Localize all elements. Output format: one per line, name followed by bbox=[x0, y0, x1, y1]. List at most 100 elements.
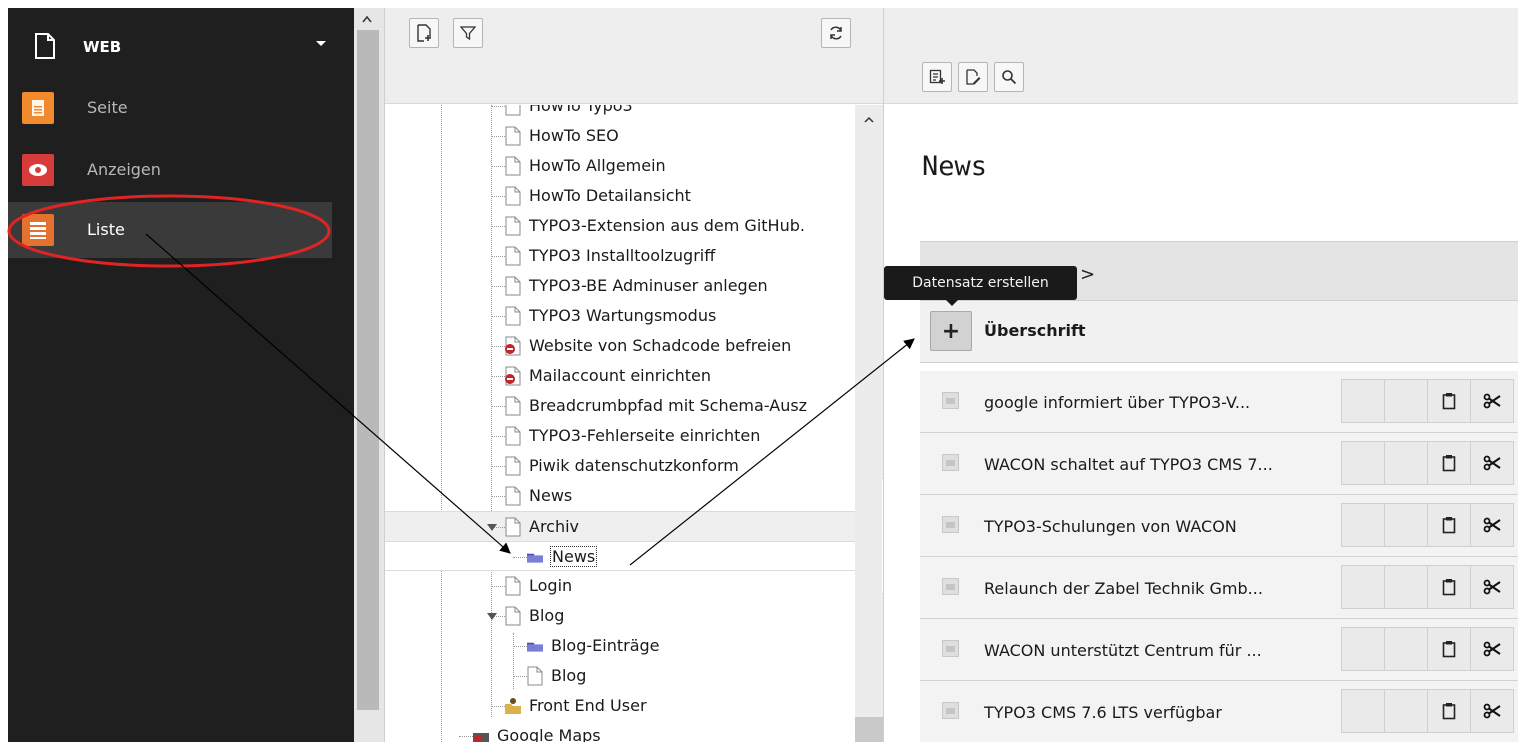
restricted-folder-icon bbox=[473, 733, 489, 742]
tree-line bbox=[459, 736, 473, 737]
record-type-icon[interactable] bbox=[942, 702, 959, 719]
refresh-button[interactable] bbox=[821, 18, 851, 48]
tree-node[interactable]: HowTo Allgemein bbox=[385, 151, 855, 181]
tree-node[interactable]: News bbox=[385, 541, 855, 571]
page-tree: HowTo Typo3 HowTo SEO HowTo Allgemein HowTo… bbox=[385, 105, 884, 742]
clipboard-button[interactable] bbox=[1427, 503, 1471, 547]
typo3-backend: WEB Seite Anzeigen Liste HowTo Typo3 How… bbox=[0, 0, 1518, 742]
filter-button[interactable] bbox=[453, 18, 483, 48]
create-record-button[interactable]: + bbox=[930, 311, 972, 351]
new-record-button[interactable] bbox=[922, 62, 952, 92]
record-title[interactable]: TYPO3-Schulungen von WACON bbox=[984, 517, 1237, 536]
record-row[interactable]: WACON unterstützt Centrum für ... bbox=[920, 619, 1518, 681]
new-page-button[interactable] bbox=[409, 18, 439, 48]
tree-node[interactable]: Google Maps bbox=[385, 721, 855, 742]
web-module-group[interactable]: WEB bbox=[8, 24, 354, 70]
tree-line bbox=[491, 226, 505, 227]
module-anzeigen[interactable]: Anzeigen bbox=[8, 142, 332, 198]
chevron-down-icon[interactable] bbox=[316, 41, 326, 46]
record-action-placeholder bbox=[1341, 441, 1385, 485]
tree-node-label: Front End User bbox=[529, 696, 647, 715]
record-type-icon[interactable] bbox=[942, 454, 959, 471]
clipboard-icon bbox=[1442, 517, 1456, 534]
tree-line bbox=[491, 196, 505, 197]
record-row[interactable]: TYPO3 CMS 7.6 LTS verfügbar bbox=[920, 681, 1518, 742]
record-actions bbox=[1341, 565, 1518, 609]
scroll-up-icon[interactable] bbox=[863, 115, 875, 125]
tree-node[interactable]: TYPO3-Extension aus dem GitHub. bbox=[385, 211, 855, 241]
cut-button[interactable] bbox=[1470, 379, 1514, 423]
tree-node[interactable]: TYPO3-BE Adminuser anlegen bbox=[385, 271, 855, 301]
edit-page-button[interactable] bbox=[958, 62, 988, 92]
tree-node[interactable]: Breadcrumbpfad mit Schema-Ausz bbox=[385, 391, 855, 421]
cut-button[interactable] bbox=[1470, 503, 1514, 547]
scroll-up-icon[interactable] bbox=[361, 14, 373, 26]
tree-node[interactable]: HowTo Detailansicht bbox=[385, 181, 855, 211]
tree-node[interactable]: TYPO3 Installtoolzugriff bbox=[385, 241, 855, 271]
clipboard-button[interactable] bbox=[1427, 441, 1471, 485]
module-menu-scrollbar[interactable] bbox=[354, 8, 384, 742]
tree-scrollbar[interactable] bbox=[855, 105, 883, 742]
expand-toggle-icon[interactable] bbox=[487, 524, 497, 531]
tree-node-label: Blog-Einträge bbox=[551, 636, 660, 655]
table-toggle-caret[interactable]: > bbox=[1080, 264, 1095, 285]
tree-node[interactable]: HowTo SEO bbox=[385, 121, 855, 151]
tree-node[interactable]: Login bbox=[385, 571, 855, 601]
clipboard-icon bbox=[1442, 579, 1456, 596]
tree-node-label: HowTo Allgemein bbox=[529, 156, 666, 175]
record-type-icon[interactable] bbox=[942, 516, 959, 533]
tree-node[interactable]: Mailaccount einrichten bbox=[385, 361, 855, 391]
scissors-icon bbox=[1483, 393, 1501, 409]
record-row[interactable]: Relaunch der Zabel Technik Gmb... bbox=[920, 557, 1518, 619]
record-title[interactable]: Relaunch der Zabel Technik Gmb... bbox=[984, 579, 1263, 598]
record-row[interactable]: TYPO3-Schulungen von WACON bbox=[920, 495, 1518, 557]
record-type-icon[interactable] bbox=[942, 392, 959, 409]
filter-icon bbox=[460, 26, 476, 41]
cut-button[interactable] bbox=[1470, 689, 1514, 733]
tree-node[interactable]: Blog bbox=[385, 601, 855, 631]
scrollbar-thumb[interactable] bbox=[357, 30, 379, 710]
tree-node[interactable]: Archiv bbox=[385, 511, 855, 541]
tree-node[interactable]: Blog-Einträge bbox=[385, 631, 855, 661]
record-action-placeholder bbox=[1341, 503, 1385, 547]
cut-button[interactable] bbox=[1470, 565, 1514, 609]
record-action-placeholder bbox=[1384, 503, 1428, 547]
page-icon bbox=[505, 156, 521, 176]
tree-node[interactable]: Front End User bbox=[385, 691, 855, 721]
record-row[interactable]: WACON schaltet auf TYPO3 CMS 7... bbox=[920, 433, 1518, 495]
users-folder-icon bbox=[505, 698, 521, 714]
tree-node[interactable]: News bbox=[385, 481, 855, 511]
clipboard-icon bbox=[1442, 455, 1456, 472]
record-type-icon[interactable] bbox=[942, 578, 959, 595]
search-icon bbox=[1002, 70, 1017, 85]
record-title[interactable]: WACON schaltet auf TYPO3 CMS 7... bbox=[984, 455, 1273, 474]
record-row[interactable]: google informiert über TYPO3-V... bbox=[920, 371, 1518, 433]
clipboard-button[interactable] bbox=[1427, 379, 1471, 423]
record-title[interactable]: google informiert über TYPO3-V... bbox=[984, 393, 1250, 412]
clipboard-button[interactable] bbox=[1427, 627, 1471, 671]
clipboard-button[interactable] bbox=[1427, 565, 1471, 609]
tree-node-label: HowTo Detailansicht bbox=[529, 186, 691, 205]
document-icon bbox=[35, 33, 55, 59]
module-liste[interactable]: Liste bbox=[8, 202, 332, 258]
scissors-icon bbox=[1483, 641, 1501, 657]
page-icon bbox=[505, 186, 521, 206]
record-action-placeholder bbox=[1384, 441, 1428, 485]
record-title[interactable]: WACON unterstützt Centrum für ... bbox=[984, 641, 1262, 660]
search-button[interactable] bbox=[994, 62, 1024, 92]
expand-toggle-icon[interactable] bbox=[487, 613, 497, 620]
tree-node[interactable]: Website von Schadcode befreien bbox=[385, 331, 855, 361]
record-title[interactable]: TYPO3 CMS 7.6 LTS verfügbar bbox=[984, 703, 1222, 722]
tree-node[interactable]: TYPO3-Fehlerseite einrichten bbox=[385, 421, 855, 451]
tree-node[interactable]: Piwik datenschutzkonform bbox=[385, 451, 855, 481]
record-type-icon[interactable] bbox=[942, 640, 959, 657]
tree-node[interactable]: Blog bbox=[385, 661, 855, 691]
tree-node[interactable]: HowTo Typo3 bbox=[385, 105, 855, 121]
tree-node[interactable]: TYPO3 Wartungsmodus bbox=[385, 301, 855, 331]
tree-scrollbar-thumb[interactable] bbox=[855, 717, 883, 742]
clipboard-button[interactable] bbox=[1427, 689, 1471, 733]
module-liste-label: Liste bbox=[87, 220, 125, 239]
cut-button[interactable] bbox=[1470, 627, 1514, 671]
cut-button[interactable] bbox=[1470, 441, 1514, 485]
module-seite[interactable]: Seite bbox=[8, 80, 332, 136]
